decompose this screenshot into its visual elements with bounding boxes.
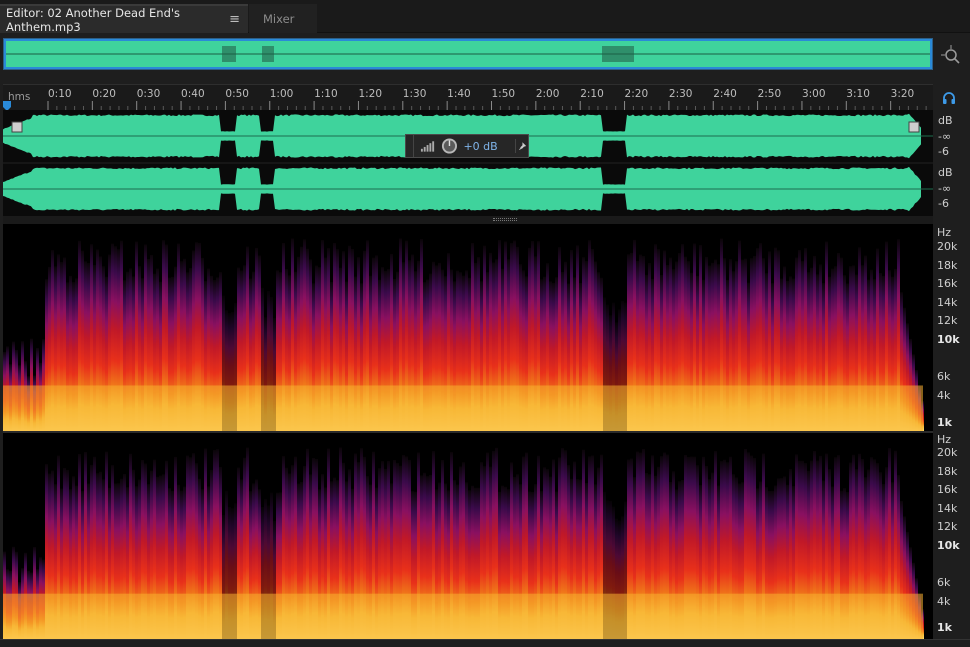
ruler-label: 0:40 (181, 88, 205, 100)
hz-label: 4k (937, 595, 951, 608)
overview-selection[interactable] (4, 39, 932, 69)
view-splitter[interactable] (3, 216, 933, 224)
hz-label: 20k (937, 240, 958, 253)
db-neg-inf-top: -∞ (938, 130, 952, 143)
ruler-label: 3:20 (891, 88, 915, 100)
panel-menu-icon[interactable]: ≡ (229, 12, 240, 27)
db-minus6-top: -6 (938, 145, 949, 158)
fade-out-handle (908, 121, 920, 133)
ruler-label: 3:10 (846, 88, 870, 100)
volume-value: +0 dB (463, 139, 498, 153)
ruler-label: 1:10 (314, 88, 338, 100)
hz-label: 18k (937, 259, 958, 272)
hz-label: 6k (937, 370, 951, 383)
hz-label: 6k (937, 576, 951, 589)
frequency-scale-right: Hz 20k 18k 16k 14k 12k 10k 6k 4k 1k (933, 433, 970, 639)
hud-drag-handle[interactable] (406, 135, 414, 157)
tab-editor-label: Editor: 02 Another Dead End's Anthem.mp3 (6, 5, 181, 34)
ruler-unit: hms (8, 91, 31, 103)
low-frequency-band (3, 593, 923, 639)
ruler-label: 1:20 (358, 88, 382, 100)
ruler-label: 1:00 (270, 88, 294, 100)
waveform-display[interactable] (3, 110, 933, 216)
hz-unit: Hz (937, 226, 952, 239)
spectral-display-left[interactable] (3, 224, 933, 431)
spectrogram-right (3, 433, 933, 639)
editor-tab-bar: Editor: 02 Another Dead End's Anthem.mp3… (0, 0, 970, 34)
tab-mixer-label: Mixer (263, 11, 295, 26)
hz-label: 16k (937, 483, 958, 496)
hz-label: 12k (937, 314, 958, 327)
level-meter-icon (420, 141, 434, 152)
tab-editor[interactable]: Editor: 02 Another Dead End's Anthem.mp3… (0, 4, 248, 34)
hz-label: 1k (937, 416, 952, 429)
overview-navigator[interactable] (3, 38, 933, 70)
db-neg-inf-bottom: -∞ (938, 182, 952, 195)
amplitude-scale: dB -∞ -6 dB -∞ -6 (933, 110, 970, 216)
hz-label: 16k (937, 277, 958, 290)
stereo-waveform (3, 113, 933, 212)
hz-label: 10k (937, 539, 960, 552)
spectrogram-left (3, 224, 933, 431)
ruler-label: 0:10 (48, 88, 72, 100)
tab-mixer[interactable]: Mixer (249, 4, 317, 33)
hz-label: 4k (937, 389, 951, 402)
hz-label: 14k (937, 296, 958, 309)
ruler-label: 0:50 (225, 88, 249, 100)
ruler-label: 2:20 (625, 88, 649, 100)
ruler-label: 2:50 (758, 88, 782, 100)
ruler-label: 2:40 (713, 88, 737, 100)
volume-hud[interactable]: +0 dB (405, 134, 529, 158)
hz-label: 20k (937, 446, 958, 459)
hz-label: 14k (937, 502, 958, 515)
ruler-ticks: 0:10 0:20 0:30 0:40 0:50 1:00 1:10 1:20 1:30 1:40… (3, 88, 927, 111)
fade-in-handle (11, 121, 23, 133)
ruler-label: 2:30 (669, 88, 693, 100)
splitter-grip[interactable] (493, 218, 517, 221)
frequency-scale-left: Hz 20k 18k 16k 14k 12k 10k 6k 4k 1k (933, 224, 970, 431)
zoom-magnifier-icon[interactable] (940, 44, 962, 66)
db-label-top: dB (938, 114, 953, 127)
ruler-label: 2:00 (536, 88, 560, 100)
ruler-label: 0:30 (137, 88, 161, 100)
headphone-icon[interactable] (941, 90, 957, 106)
ruler-label: 1:40 (447, 88, 471, 100)
spectral-display-right[interactable] (3, 433, 933, 639)
bottom-edge (0, 639, 970, 647)
time-ruler[interactable]: 0:10 0:20 0:30 0:40 0:50 1:00 1:10 1:20 1:30 1:40… (3, 84, 933, 111)
hz-label: 18k (937, 465, 958, 478)
db-minus6-bottom: -6 (938, 197, 949, 210)
ruler-label: 2:10 (580, 88, 604, 100)
low-frequency-band (3, 385, 923, 431)
ruler-label: 1:30 (403, 88, 427, 100)
hz-unit: Hz (937, 433, 952, 446)
ruler-label: 3:00 (802, 88, 826, 100)
ruler-label: 1:50 (492, 88, 516, 100)
hz-label: 1k (937, 621, 952, 634)
db-label-bottom: dB (938, 166, 953, 179)
ruler-label: 0:20 (92, 88, 116, 100)
pin-icon[interactable] (514, 139, 528, 153)
volume-knob-icon[interactable] (441, 137, 458, 155)
hz-label: 10k (937, 333, 960, 346)
hz-label: 12k (937, 520, 958, 533)
